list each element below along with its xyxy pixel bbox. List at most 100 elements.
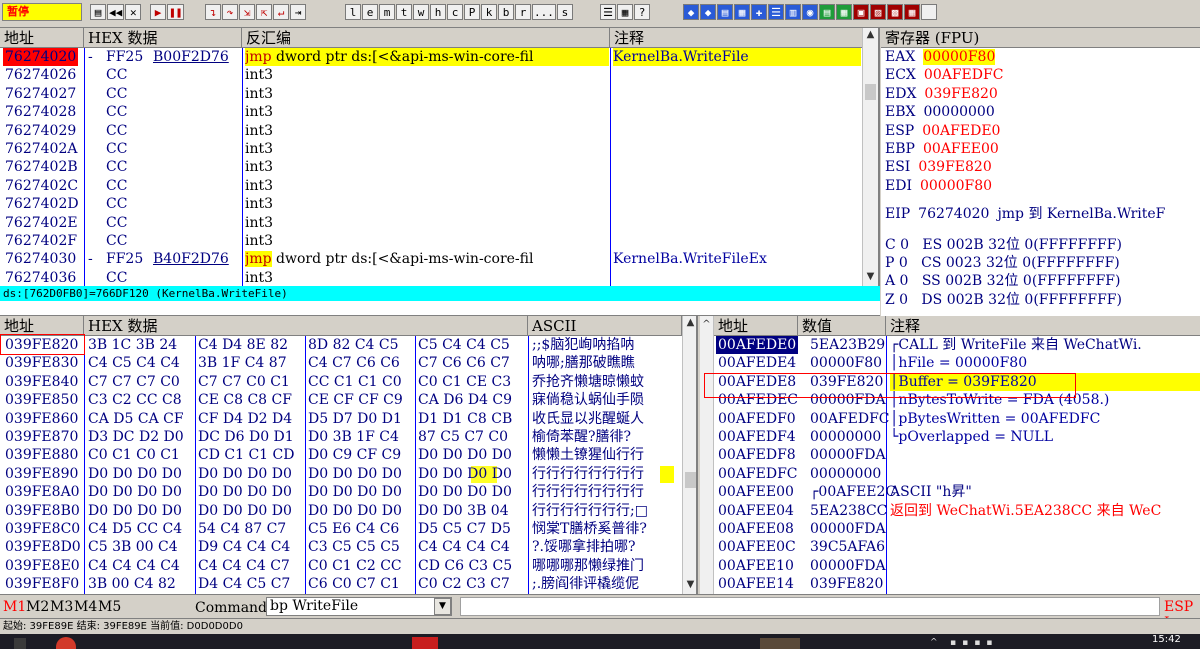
tab-m5[interactable]: M5	[98, 599, 121, 615]
plugin-icon-9[interactable]: ▤	[819, 4, 835, 20]
stack-row[interactable]: 00AFEDE4 00000F80 │hFile = 00000F80	[700, 354, 1200, 372]
dump-row[interactable]: 039FE850 C3 C2 CC C8 CE C8 C8 CF CE CF CF C…	[0, 391, 682, 410]
plugin-icon-11[interactable]: ▣	[853, 4, 869, 20]
command-input[interactable]: bp WriteFile	[266, 597, 452, 616]
stack-row[interactable]: 00AFEDF0 00AFEDFC │pBytesWritten = 00AFEDF…	[700, 410, 1200, 428]
plugin-icon-4[interactable]: ▦	[734, 4, 750, 20]
dump-pane[interactable]: 地址 HEX 数据 ASCII 039FE820 3B 1C 3B 24 C4 D4…	[0, 316, 698, 594]
browser-icon[interactable]	[56, 637, 76, 649]
scroll-thumb[interactable]	[865, 84, 876, 100]
references-button[interactable]: r	[515, 4, 531, 20]
disasm-row[interactable]: 76274026 CC int3	[0, 66, 862, 84]
threads-button[interactable]: t	[396, 4, 412, 20]
disasm-row[interactable]: 76274028 CC int3	[0, 103, 862, 121]
dump-row[interactable]: 039FE8D0 C5 3B 00 C4 D9 C4 C4 C4 C3 C5 C5 C…	[0, 538, 682, 557]
scroll-thumb[interactable]	[685, 472, 696, 488]
step-into-icon[interactable]: ↴	[205, 4, 221, 20]
scroll-up-icon[interactable]: ▲	[683, 316, 696, 330]
dump-row[interactable]: 039FE830 C4 C5 C4 C4 3B 1F C4 87 C4 C7 C6 C…	[0, 354, 682, 373]
flag-row[interactable]: A 0 SS 002B 32位 0(FFFFFFFF)	[885, 272, 1120, 290]
grid-icon[interactable]: ▦	[617, 4, 633, 20]
tab-m4[interactable]: M4	[74, 599, 97, 615]
registers-header[interactable]: 寄存器 (FPU)	[881, 28, 1200, 48]
disasm-row[interactable]: 76274027 CC int3	[0, 85, 862, 103]
dump-row[interactable]: 039FE8A0 D0 D0 D0 D0 D0 D0 D0 D0 D0 D0 D0 D…	[0, 483, 682, 502]
scroll-up-icon[interactable]: ▲	[863, 28, 878, 42]
stack-pane[interactable]: 地址 数值 注释 ^ 00AFEDE0 5EA23B29 ┌CALL 到 Write…	[700, 316, 1200, 594]
stack-row[interactable]: 00AFEE10 00000FDA	[700, 557, 1200, 575]
dump-ascii-header[interactable]: ASCII	[528, 316, 682, 336]
dump-hex-header[interactable]: HEX 数据	[84, 316, 528, 336]
restart-icon[interactable]: ◀◀	[107, 4, 125, 20]
dump-row[interactable]: 039FE820 3B 1C 3B 24 C4 D4 8E 82 8D 82 C4 C…	[0, 336, 682, 355]
plugin-icon-6[interactable]: ☰	[768, 4, 784, 20]
plugin-icon-2[interactable]: ◆	[700, 4, 716, 20]
stack-row[interactable]: 00AFEE14 039FE820	[700, 575, 1200, 593]
disasm-row[interactable]: 7627402D CC int3	[0, 195, 862, 213]
disassembly-pane[interactable]: 地址 HEX 数据 反汇编 注释 76274020- FF25 B00F2D76 jm…	[0, 28, 880, 286]
app-icon-2[interactable]	[760, 638, 800, 649]
disasm-row[interactable]: 7627402E CC int3	[0, 214, 862, 232]
stack-comment-header[interactable]: 注释	[886, 316, 1200, 336]
dump-row[interactable]: 039FE840 C7 C7 C7 C0 C7 C7 C0 C1 CC C1 C1 C…	[0, 372, 682, 392]
run-trace-button[interactable]: ...	[532, 4, 556, 20]
dump-row[interactable]: 039FE8E0 C4 C4 C4 C4 C4 C4 C4 C7 C0 C1 C2 C…	[0, 556, 682, 576]
disasm-row[interactable]: 76274030- FF25 B40F2D76 jmp dword ptr ds:[<…	[0, 250, 862, 268]
tab-m3[interactable]: M3	[50, 599, 73, 615]
step-over-icon[interactable]: ↷	[222, 4, 238, 20]
stack-row[interactable]: 00AFEDF4 00000000 └pOverlapped = NULL	[700, 428, 1200, 446]
plugin-icon-3[interactable]: ▤	[717, 4, 733, 20]
plugin-icon-1[interactable]: ◆	[683, 4, 699, 20]
close-icon[interactable]: ✕	[125, 4, 142, 20]
dump-row[interactable]: 039FE8F0 3B 00 C4 82 D4 C4 C5 C7 C6 C0 C7 C…	[0, 575, 682, 594]
register-row[interactable]: EAX 00000F80	[885, 48, 996, 66]
help-icon[interactable]: ?	[634, 4, 650, 20]
tab-m1[interactable]: M1	[3, 599, 26, 615]
scroll-down-icon[interactable]: ▼	[683, 578, 696, 592]
plugin-icon-8[interactable]: ◉	[802, 4, 818, 20]
plugin-icon-12[interactable]: ▨	[870, 4, 886, 20]
pause-icon[interactable]: ❚❚	[167, 4, 185, 20]
register-row[interactable]: ESP 00AFEDE0	[885, 122, 1000, 140]
dump-row[interactable]: 039FE8B0 D0 D0 D0 D0 D0 D0 D0 D0 D0 D0 D0 D…	[0, 501, 682, 520]
cpu-button[interactable]: c	[447, 4, 463, 20]
stack-row[interactable]: 00AFEE00 ┌00AFEE2C ASCII "h昇"	[700, 483, 1200, 501]
plugin-icon-13[interactable]: ▩	[887, 4, 903, 20]
register-row[interactable]: ESI 039FE820	[885, 158, 992, 176]
stack-row[interactable]: 00AFEDE0 5EA23B29 ┌CALL 到 WriteFile 来自 WeC…	[700, 336, 1200, 355]
register-row[interactable]: EDI 00000F80	[885, 177, 992, 195]
dump-row[interactable]: 039FE870 D3 DC D2 D0 DC D6 D0 D1 D0 3B 1F C…	[0, 428, 682, 447]
app-icon[interactable]	[412, 637, 438, 649]
patches-button[interactable]: P	[464, 4, 480, 20]
stack-row[interactable]: 00AFEE04 5EA238CC 返回到 WeChatWi.5EA238CC 来自…	[700, 502, 1200, 520]
tray-up-icon[interactable]: ^	[930, 638, 940, 648]
disasm-code-header[interactable]: 反汇编	[242, 28, 610, 48]
plugin-icon-10[interactable]: ▦	[836, 4, 852, 20]
stack-value-header[interactable]: 数值	[798, 316, 886, 336]
disasm-row[interactable]: 76274036 CC int3	[0, 269, 862, 286]
source-button[interactable]: s	[556, 4, 573, 20]
stack-addr-header[interactable]: 地址	[714, 316, 798, 336]
open-icon[interactable]: ▤	[90, 4, 106, 20]
flag-row[interactable]: P 0 CS 0023 32位 0(FFFFFFFF)	[885, 254, 1120, 272]
disasm-row[interactable]: 76274029 CC int3	[0, 122, 862, 140]
eip-row[interactable]: EIP 76274020 jmp 到 KernelBa.WriteF	[885, 205, 1165, 223]
register-row[interactable]: EBP 00AFEE00	[885, 140, 999, 158]
disasm-hex-header[interactable]: HEX 数据	[84, 28, 242, 48]
start-icon[interactable]	[14, 638, 26, 649]
trace-into-icon[interactable]: ⇲	[239, 4, 255, 20]
disasm-row[interactable]: 76274020- FF25 B00F2D76 jmp dword ptr ds:[<…	[0, 48, 862, 67]
call-stack-button[interactable]: k	[481, 4, 497, 20]
breakpoints-button[interactable]: b	[498, 4, 514, 20]
register-row[interactable]: ECX 00AFEDFC	[885, 66, 1003, 84]
log-window-button[interactable]: l	[345, 4, 361, 20]
run-icon[interactable]: ▶	[150, 4, 166, 20]
windows-button[interactable]: w	[413, 4, 429, 20]
stack-row[interactable]: 00AFEE0C 39C5AFA6	[700, 538, 1200, 556]
disasm-row[interactable]: 7627402B CC int3	[0, 158, 862, 176]
disasm-scrollbar[interactable]: ▲ ▼	[862, 28, 878, 286]
dump-addr-header[interactable]: 地址	[0, 316, 84, 336]
register-row[interactable]: EBX 00000000	[885, 103, 995, 121]
stack-row[interactable]: 00AFEE08 00000FDA	[700, 520, 1200, 538]
tab-m2[interactable]: M2	[26, 599, 49, 615]
